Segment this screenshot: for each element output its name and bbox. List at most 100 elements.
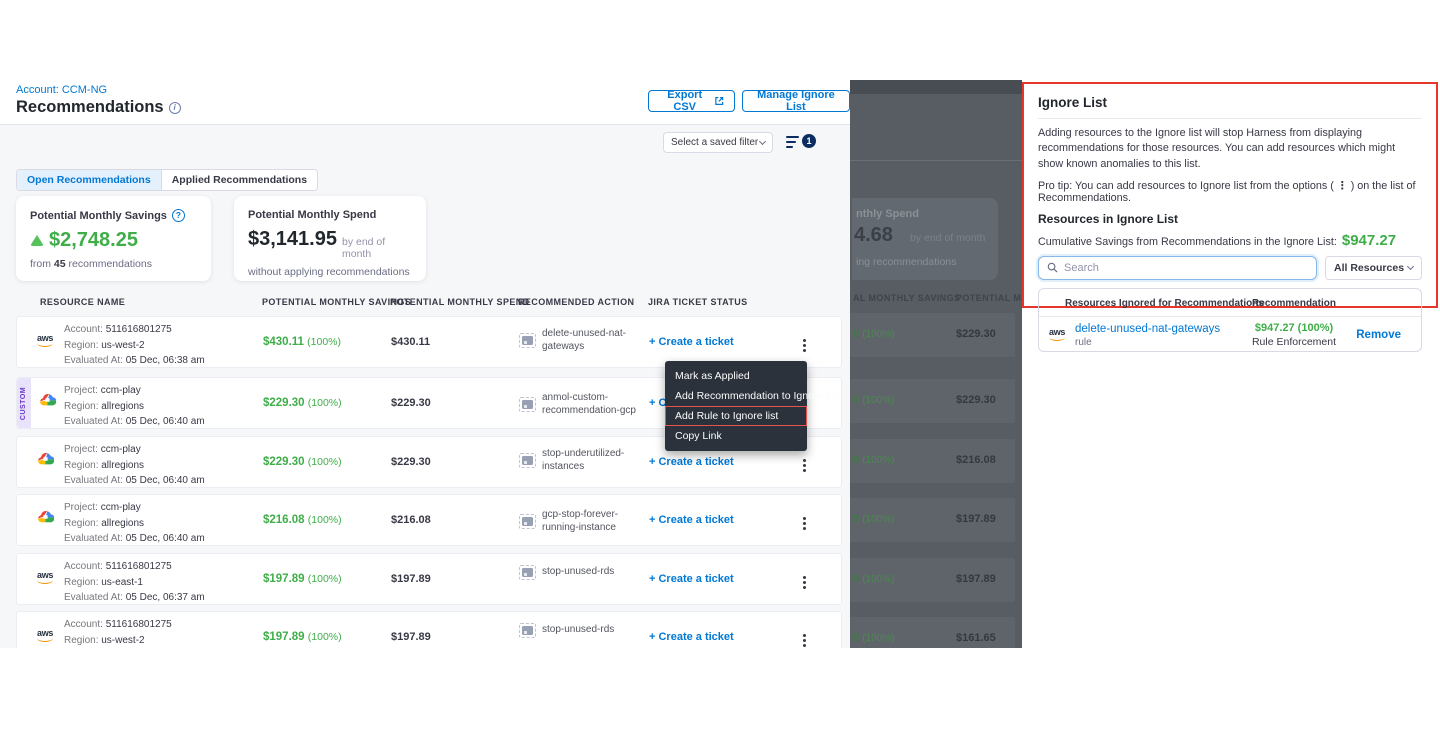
menu-item-add-recommendation-to-ignore-list[interactable]: Add Recommendation to Ignore list	[665, 386, 807, 406]
custom-tag: CUSTOM	[17, 378, 31, 428]
create-ticket-link[interactable]: + Create a ticket	[649, 573, 734, 585]
all-resources-select[interactable]: All Resources	[1325, 256, 1422, 280]
remove-button[interactable]: Remove	[1356, 329, 1401, 341]
create-ticket-link[interactable]: + Create a ticket	[649, 631, 734, 643]
row-label: Account:	[64, 324, 103, 335]
row-label: Evaluated At:	[64, 592, 123, 603]
saved-filter-select[interactable]: Select a saved filter	[663, 132, 773, 153]
menu-item-copy-link[interactable]: Copy Link	[665, 426, 807, 446]
manage-ignore-list-button[interactable]: Manage Ignore List	[742, 90, 850, 112]
row-label: Project:	[64, 502, 98, 513]
table-row[interactable]: aws Account: 511616801275 Region: us-wes…	[16, 611, 842, 648]
tab-applied-recommendations[interactable]: Applied Recommendations	[161, 170, 317, 190]
dimmed-savings: 0	[853, 394, 859, 406]
dimmed-col-header: POTENTIAL MONTHL	[956, 293, 1022, 303]
row-menu-button[interactable]	[796, 515, 812, 531]
ignore-list-description: Adding resources to the Ignore list will…	[1038, 126, 1422, 172]
savings-value: $197.89	[263, 631, 305, 643]
info-icon[interactable]: i	[169, 102, 181, 114]
table-row[interactable]: aws Account: 511616801275 Region: us-eas…	[16, 553, 842, 605]
cumulative-savings-amount: $947.27	[1342, 232, 1396, 249]
spend-value: $197.89	[391, 573, 431, 585]
row-menu-button[interactable]	[796, 574, 812, 590]
savings-icon	[30, 235, 44, 246]
row-value: 511616801275	[106, 619, 172, 630]
spend-card-label: Potential Monthly Spend	[248, 209, 376, 221]
search-icon	[1047, 262, 1058, 273]
savings-pct: (100%)	[307, 336, 341, 348]
launch-icon	[715, 96, 723, 106]
potential-monthly-savings-card: Potential Monthly Savings ? $2,748.25 fr…	[16, 196, 211, 281]
col-potential-monthly-spend: POTENTIAL MONTHLY SPEND	[390, 297, 530, 307]
create-ticket-link[interactable]: + Create a ticket	[649, 336, 734, 348]
aws-icon: aws	[1049, 328, 1065, 341]
savings-value: $197.89	[263, 573, 305, 585]
tab-bar: Open Recommendations Applied Recommendat…	[16, 169, 318, 191]
row-value: us-west-2	[101, 340, 144, 351]
spend-suffix: by end of month	[342, 236, 412, 260]
recommendation-icon	[519, 514, 536, 529]
savings-pct: (100%)	[308, 573, 342, 585]
action-name: gcp-stop-forever-running-instance	[542, 509, 641, 534]
aws-icon: aws	[37, 629, 53, 642]
row-label: Evaluated At:	[64, 416, 123, 427]
savings-value: $229.30	[263, 397, 305, 409]
tab-open-recommendations[interactable]: Open Recommendations	[17, 170, 161, 190]
dimmed-row: 0 (100%) $229.30	[850, 379, 1015, 423]
row-menu-button[interactable]	[796, 457, 812, 473]
kebab-icon	[803, 464, 806, 467]
recommendation-icon	[519, 397, 536, 412]
create-ticket-link[interactable]: + Create a ticket	[649, 456, 734, 468]
cumulative-savings-label: Cumulative Savings from Recommendations …	[1038, 236, 1337, 248]
action-name: stop-underutilized-instances	[542, 448, 641, 473]
col-recommended-action: RECOMMENDED ACTION	[518, 297, 634, 307]
table-row[interactable]: Project: ccm-play Region: allregions Eva…	[16, 494, 842, 546]
col-potential-monthly-savings: POTENTIAL MONTHLY SAVINGS	[262, 297, 411, 307]
row-value: 05 Dec, 06:40 am	[126, 533, 205, 544]
dimmed-savings: 0	[853, 328, 859, 340]
protip-prefix: Pro tip: You can add resources to Ignore…	[1038, 180, 1334, 192]
ignored-savings: $947.27 (100%)	[1239, 322, 1349, 334]
row-value: allregions	[101, 518, 144, 529]
dimmed-pct: (100%)	[862, 329, 894, 340]
ignore-list-search[interactable]	[1038, 256, 1317, 280]
filter-count-badge: 1	[802, 134, 816, 148]
menu-item-add-rule-to-ignore-list[interactable]: Add Rule to Ignore list	[665, 406, 807, 426]
col-jira-ticket-status: JIRA TICKET STATUS	[648, 297, 748, 307]
row-value: allregions	[101, 460, 144, 471]
help-icon[interactable]: ?	[172, 209, 185, 222]
dimmed-band	[850, 80, 1022, 94]
gcp-icon	[37, 510, 54, 529]
spend-amount: $3,141.95	[248, 228, 337, 251]
create-ticket-link[interactable]: + Create a ticket	[649, 514, 734, 526]
export-csv-button[interactable]: Export CSV	[648, 90, 735, 112]
row-label: Region:	[64, 635, 98, 646]
dimmed-row: 8 (100%) $216.08	[850, 439, 1015, 483]
savings-pct: (100%)	[308, 631, 342, 643]
gcp-icon	[39, 393, 56, 412]
ignore-list-title: Ignore List	[1038, 95, 1422, 110]
dimmed-savings: 9	[853, 513, 859, 525]
all-resources-value: All Resources	[1334, 262, 1404, 274]
kebab-icon	[803, 639, 806, 642]
search-input[interactable]	[1064, 262, 1308, 274]
row-context-menu: Mark as Applied Add Recommendation to Ig…	[665, 361, 807, 451]
filter-button[interactable]: 1	[786, 132, 816, 152]
ignored-resource-type: rule	[1075, 337, 1092, 348]
row-menu-button[interactable]	[796, 632, 812, 648]
savings-count: 45	[54, 258, 66, 270]
row-label: Region:	[64, 518, 98, 529]
row-value: 511616801275	[106, 324, 172, 335]
row-menu-button[interactable]	[796, 337, 812, 353]
spend-value: $197.89	[391, 631, 431, 643]
ignored-resource-link[interactable]: delete-unused-nat-gateways	[1075, 323, 1220, 335]
row-value: 05 Dec, 06:37 am	[126, 592, 205, 603]
menu-item-mark-as-applied[interactable]: Mark as Applied	[665, 366, 807, 386]
savings-value: $229.30	[263, 456, 305, 468]
spend-value: $229.30	[391, 456, 431, 468]
row-label: Account:	[64, 561, 103, 572]
savings-pct: (100%)	[308, 456, 342, 468]
breadcrumb[interactable]: Account: CCM-NG	[16, 84, 107, 96]
row-value: 511616801275	[106, 561, 172, 572]
dimmed-row: 9 (100%) $197.89	[850, 498, 1015, 542]
